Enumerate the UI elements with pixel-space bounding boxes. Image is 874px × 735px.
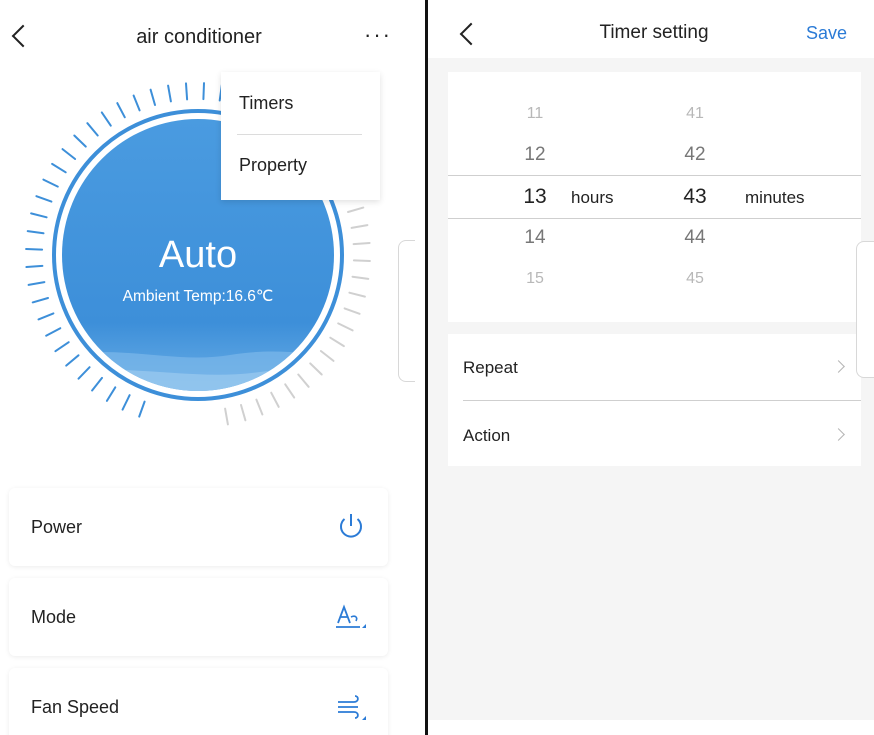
power-icon[interactable] bbox=[334, 512, 368, 542]
more-menu-button[interactable]: ··· bbox=[364, 22, 392, 48]
dial-tick bbox=[351, 275, 370, 280]
dial-mode-text: Auto bbox=[159, 234, 237, 276]
dial-tick bbox=[284, 383, 296, 399]
dial-tick bbox=[343, 307, 361, 315]
mode-a-icon[interactable] bbox=[334, 602, 368, 632]
bottom-strip bbox=[428, 720, 874, 735]
dial-tick bbox=[25, 248, 44, 251]
minutes-unit: minutes bbox=[745, 188, 805, 207]
dial-wave bbox=[62, 351, 334, 391]
timer-options-list: Repeat Action bbox=[448, 334, 861, 466]
dial-tick bbox=[350, 224, 369, 229]
dial-tick bbox=[105, 386, 117, 402]
wind-icon[interactable] bbox=[334, 692, 368, 722]
dial-tick bbox=[42, 178, 59, 188]
overflow-menu: Timers Property bbox=[221, 72, 380, 200]
dial-tick bbox=[240, 404, 247, 422]
timer-setting-screen: Timer setting Save 11 12 13 14 15 hours … bbox=[428, 0, 874, 735]
hour-option[interactable]: 11 bbox=[500, 105, 570, 123]
dial-tick bbox=[61, 148, 77, 160]
dial-tick bbox=[185, 82, 189, 101]
dial-tick bbox=[319, 350, 335, 362]
time-picker[interactable]: 11 12 13 14 15 hours 41 42 43 44 45 minu… bbox=[448, 72, 861, 322]
dial-tick bbox=[35, 195, 53, 203]
dial-tick bbox=[37, 312, 55, 321]
dial-tick bbox=[116, 102, 126, 119]
dial-tick bbox=[51, 162, 67, 174]
power-label: Power bbox=[31, 517, 83, 537]
picker-selection-top-line bbox=[448, 175, 861, 176]
dial-tick bbox=[347, 206, 365, 213]
menu-item-property[interactable]: Property bbox=[239, 155, 307, 176]
dial-tick bbox=[337, 322, 354, 332]
dial-tick bbox=[352, 259, 371, 262]
dial-tick bbox=[202, 82, 205, 101]
hour-option[interactable]: 15 bbox=[500, 270, 570, 288]
top-bar: Timer setting Save bbox=[428, 0, 874, 58]
action-label: Action bbox=[463, 426, 511, 445]
dial-tick bbox=[352, 242, 371, 246]
fan-speed-label: Fan Speed bbox=[31, 697, 120, 717]
dial-tick bbox=[65, 354, 80, 367]
control-mode[interactable]: Mode bbox=[9, 578, 388, 656]
chevron-right-icon bbox=[832, 360, 845, 373]
dial-tick bbox=[27, 281, 46, 286]
dial-tick bbox=[25, 264, 44, 268]
chevron-right-icon bbox=[832, 428, 845, 441]
side-panel-edge bbox=[398, 240, 415, 382]
dial-tick bbox=[77, 366, 91, 380]
dial-tick bbox=[167, 84, 172, 103]
dial-tick bbox=[270, 391, 280, 408]
dial-tick bbox=[86, 122, 99, 137]
repeat-row[interactable]: Repeat bbox=[448, 334, 861, 400]
minute-selected[interactable]: 43 bbox=[660, 185, 730, 209]
minute-option[interactable]: 41 bbox=[660, 105, 730, 123]
dial-tick bbox=[31, 297, 49, 304]
repeat-label: Repeat bbox=[463, 358, 518, 377]
air-conditioner-screen: air conditioner ··· Auto Ambient Temp:16… bbox=[0, 0, 425, 735]
save-button[interactable]: Save bbox=[806, 23, 847, 44]
dial-tick bbox=[73, 134, 87, 148]
minute-option[interactable]: 44 bbox=[660, 227, 730, 249]
mode-label: Mode bbox=[31, 607, 77, 627]
picker-selection-bottom-line bbox=[448, 218, 861, 219]
dial-tick bbox=[309, 362, 323, 376]
control-fan-speed[interactable]: Fan Speed bbox=[9, 668, 388, 735]
page-title: air conditioner bbox=[136, 26, 262, 48]
menu-item-timers[interactable]: Timers bbox=[239, 93, 293, 114]
dial-tick bbox=[91, 376, 103, 392]
dial-tick bbox=[45, 327, 62, 337]
dial-tick bbox=[54, 341, 70, 353]
dial-tick bbox=[26, 230, 45, 235]
side-panel-edge bbox=[856, 241, 874, 378]
dial-tick bbox=[121, 394, 131, 411]
hour-selected[interactable]: 13 bbox=[500, 185, 570, 209]
control-power[interactable]: Power bbox=[9, 488, 388, 566]
dial-tick bbox=[30, 212, 48, 219]
minute-option[interactable]: 42 bbox=[660, 144, 730, 166]
dial-tick bbox=[255, 398, 264, 416]
dial-tick bbox=[329, 336, 345, 348]
ambient-temp-text: Ambient Temp:16.6℃ bbox=[123, 288, 274, 305]
dial-tick bbox=[132, 94, 141, 112]
dial-tick bbox=[348, 291, 366, 298]
minute-option[interactable]: 45 bbox=[660, 270, 730, 288]
dial-tick bbox=[297, 373, 310, 388]
action-row[interactable]: Action bbox=[448, 401, 861, 466]
hours-unit: hours bbox=[571, 188, 614, 207]
hour-option[interactable]: 14 bbox=[500, 227, 570, 249]
hour-option[interactable]: 12 bbox=[500, 144, 570, 166]
dial-tick bbox=[138, 400, 146, 418]
menu-divider bbox=[237, 134, 362, 135]
dial-tick bbox=[224, 407, 229, 426]
dial-tick bbox=[149, 88, 156, 106]
dial-tick bbox=[100, 111, 112, 127]
